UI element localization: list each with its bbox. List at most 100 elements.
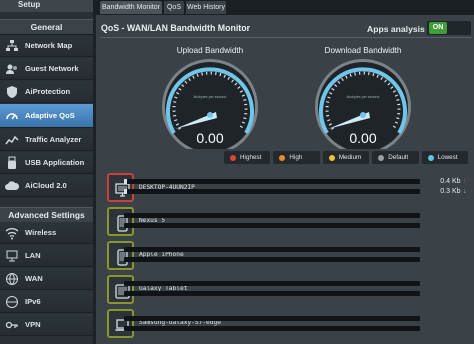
red-dot-icon xyxy=(230,154,236,161)
sidebar-item-label: Traffic Analyzer xyxy=(25,135,82,144)
tab-bandwidth-monitor[interactable]: Bandwidth Monitor xyxy=(100,1,162,14)
qos-icon xyxy=(5,109,19,123)
legend-high: High xyxy=(273,151,320,164)
sidebar-item-lan[interactable]: LAN xyxy=(0,245,93,267)
blue-dot-icon xyxy=(427,154,434,161)
download-bar xyxy=(124,189,420,194)
sidebar-item-aicloud[interactable]: AiCloud 2.0 xyxy=(0,175,93,197)
general-section-header: General xyxy=(0,19,93,35)
sidebar-item-network-map[interactable]: Network Map xyxy=(0,35,93,57)
yellow-dot-icon xyxy=(328,154,335,161)
sidebar-item-label: VPN xyxy=(25,320,41,329)
sidebar-item-adaptive-qos[interactable]: Adaptive QoS xyxy=(0,104,93,128)
download-bar-fill xyxy=(124,189,127,194)
gray-dot-icon xyxy=(378,154,385,161)
sidebar-item-label: USB Application xyxy=(25,158,85,167)
client-row[interactable]: DESKTOP-4UUN2IP xyxy=(107,173,472,203)
network-map-icon xyxy=(5,39,19,53)
advanced-settings-header: Advanced Settings xyxy=(0,207,93,223)
download-bar xyxy=(124,291,420,296)
sidebar-item-label: Guest Network xyxy=(25,64,79,73)
upload-arrow-icon: ↑ xyxy=(463,178,467,185)
sidebar-item-label: LAN xyxy=(25,251,41,260)
page-title: QoS - WAN/LAN Bandwidth Monitor xyxy=(101,23,251,33)
vpn-icon xyxy=(5,318,19,332)
header-divider xyxy=(100,37,472,38)
orange-dot-icon xyxy=(279,154,286,161)
device-icon-button[interactable] xyxy=(107,275,134,304)
cloud-icon xyxy=(5,179,19,193)
sidebar-item-ipv6[interactable]: IPv6 xyxy=(0,291,93,313)
device-icon-button[interactable] xyxy=(107,241,134,270)
sidebar-item-wan[interactable]: WAN xyxy=(0,268,93,290)
sidebar-item-label: Wireless xyxy=(25,228,57,237)
upload-bandwidth-title: Upload Bandwidth xyxy=(176,46,244,55)
sidebar-item-aiprotection[interactable]: AiProtection xyxy=(0,81,93,103)
apps-analysis-label: Apps analysis xyxy=(367,24,425,34)
wireless-icon xyxy=(5,226,19,240)
download-unit: Kb xyxy=(452,188,461,195)
client-row[interactable]: Nexus 5 xyxy=(107,207,472,237)
sidebar-item-label: IPv6 xyxy=(25,297,41,306)
download-gauge: kilobytes per second 0.00 xyxy=(315,59,411,149)
download-bar xyxy=(124,223,420,228)
ipv6-icon xyxy=(5,295,19,309)
sidebar-item-guest-network[interactable]: Guest Network xyxy=(0,58,93,80)
sidebar-item-label: WAN xyxy=(25,274,43,283)
device-icon-button[interactable] xyxy=(107,207,134,236)
guest-network-icon xyxy=(5,62,19,76)
toggle-on-label: ON xyxy=(429,22,447,34)
upload-unit: Kb xyxy=(452,178,461,185)
download-value: 0.00 xyxy=(349,130,376,146)
upload-rate: 0.4 xyxy=(440,178,450,185)
sidebar-item-label: AiCloud 2.0 xyxy=(25,181,67,190)
traffic-analyzer-icon xyxy=(5,133,19,147)
upload-value: 0.00 xyxy=(196,130,223,146)
legend-highest: Highest xyxy=(224,151,271,164)
sidebar-item-usb-application[interactable]: USB Application xyxy=(0,152,93,174)
sidebar: Setup General Network Map Guest Network … xyxy=(0,0,93,344)
apps-analysis-toggle[interactable]: ON xyxy=(427,21,471,35)
download-bar xyxy=(124,257,420,262)
legend-label: Highest xyxy=(240,154,262,161)
usb-icon xyxy=(5,156,19,170)
sidebar-item-label: Network Map xyxy=(25,41,73,50)
tab-qos[interactable]: QoS xyxy=(164,1,184,14)
legend-label: High xyxy=(289,154,303,161)
client-row[interactable]: Apple iPhone xyxy=(107,241,472,271)
sidebar-item-label: AiProtection xyxy=(25,87,71,96)
download-bandwidth-title: Download Bandwidth xyxy=(324,46,402,55)
legend-lowest: Lowest xyxy=(421,151,469,164)
download-arrow-icon: ↓ xyxy=(463,188,467,195)
upload-bar xyxy=(124,213,420,218)
download-bar xyxy=(124,326,420,331)
upload-bar-fill xyxy=(124,179,127,184)
tab-web-history[interactable]: Web History xyxy=(186,1,226,14)
shield-icon xyxy=(5,85,19,99)
wan-icon xyxy=(5,272,19,286)
sidebar-item-wireless[interactable]: Wireless xyxy=(0,222,93,244)
client-row[interactable]: Samsung-Galaxy-S7-edge xyxy=(107,309,472,339)
gauge-unit-caption: kilobytes per second xyxy=(347,95,380,99)
device-icon-button[interactable] xyxy=(107,309,134,338)
lan-icon xyxy=(5,249,19,263)
gauge-unit-caption: kilobytes per second xyxy=(194,95,227,99)
upload-bar xyxy=(124,281,420,286)
legend-label: Lowest xyxy=(437,154,458,161)
upload-bar xyxy=(124,247,420,252)
sidebar-item-vpn[interactable]: VPN xyxy=(0,314,93,336)
upload-bar xyxy=(124,316,420,321)
legend-medium: Medium xyxy=(322,151,370,164)
legend-label: Default xyxy=(388,154,409,161)
client-row[interactable]: Galaxy Tablet xyxy=(107,275,472,305)
upload-bar xyxy=(124,179,420,184)
legend-label: Medium xyxy=(338,154,362,161)
priority-legend: Highest High Medium Default Lowest xyxy=(224,151,469,165)
device-icon-button[interactable] xyxy=(107,173,134,202)
sidebar-item-traffic-analyzer[interactable]: Traffic Analyzer xyxy=(0,129,93,151)
download-rate: 0.3 xyxy=(440,188,450,195)
legend-default: Default xyxy=(372,151,419,164)
setup-tab[interactable]: Setup xyxy=(0,0,93,12)
upload-gauge: kilobytes per second 0.00 xyxy=(162,59,258,149)
sidebar-item-label: Adaptive QoS xyxy=(25,111,75,120)
